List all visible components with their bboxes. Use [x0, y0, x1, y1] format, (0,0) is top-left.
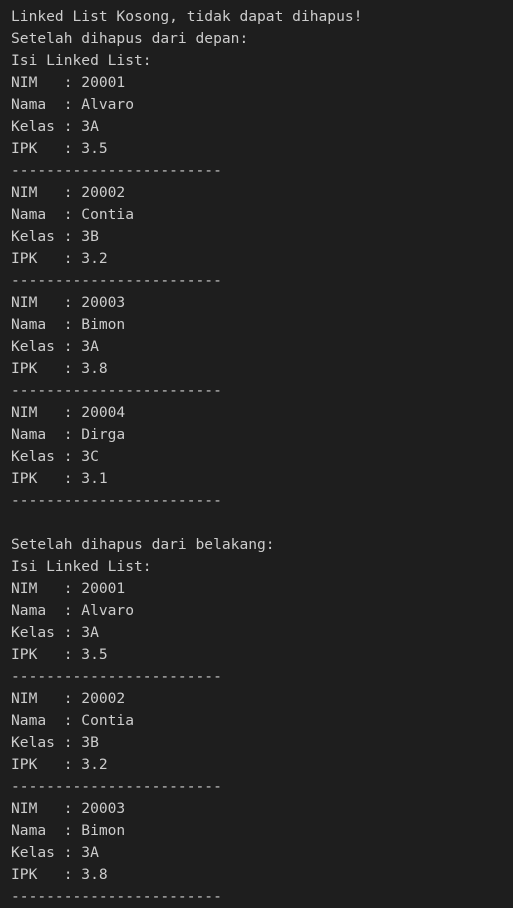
output-line: NIM : 20002	[11, 690, 126, 707]
output-line: Nama : Bimon	[11, 822, 126, 839]
output-line: NIM : 20003	[11, 294, 126, 311]
terminal-output[interactable]: Linked List Kosong, tidak dapat dihapus!…	[0, 0, 513, 907]
output-line: ------------------------	[11, 778, 222, 795]
output-line: Kelas : 3B	[11, 734, 99, 751]
output-line: ------------------------	[11, 668, 222, 685]
output-line: NIM : 20003	[11, 800, 126, 817]
output-line: ------------------------	[11, 162, 222, 179]
output-line: ------------------------	[11, 382, 222, 399]
output-line: Nama : Dirga	[11, 426, 126, 443]
output-line: Nama : Contia	[11, 712, 135, 729]
output-line: ------------------------	[11, 272, 222, 289]
output-line: Isi Linked List:	[11, 52, 152, 69]
output-line: Setelah dihapus dari belakang:	[11, 536, 275, 553]
output-line: NIM : 20001	[11, 580, 126, 597]
output-line: IPK : 3.1	[11, 470, 108, 487]
output-line: Kelas : 3B	[11, 228, 99, 245]
output-line: IPK : 3.5	[11, 140, 108, 157]
output-line: NIM : 20001	[11, 74, 126, 91]
output-line: ------------------------	[11, 888, 222, 905]
output-line: IPK : 3.2	[11, 756, 108, 773]
output-line: NIM : 20004	[11, 404, 126, 421]
output-line: ------------------------	[11, 492, 222, 509]
output-line: IPK : 3.5	[11, 646, 108, 663]
output-line: IPK : 3.2	[11, 250, 108, 267]
output-line: IPK : 3.8	[11, 866, 108, 883]
output-line: NIM : 20002	[11, 184, 126, 201]
output-line: Nama : Alvaro	[11, 96, 135, 113]
output-line: Linked List Kosong, tidak dapat dihapus!	[11, 8, 363, 25]
output-line: Nama : Contia	[11, 206, 135, 223]
output-line: Kelas : 3A	[11, 844, 99, 861]
output-line: Setelah dihapus dari depan:	[11, 30, 249, 47]
output-line: Kelas : 3A	[11, 338, 99, 355]
output-line: Kelas : 3A	[11, 118, 99, 135]
output-line: Kelas : 3C	[11, 448, 99, 465]
output-line: Kelas : 3A	[11, 624, 99, 641]
output-line: Nama : Alvaro	[11, 602, 135, 619]
output-line: Nama : Bimon	[11, 316, 126, 333]
output-line: Isi Linked List:	[11, 558, 152, 575]
output-line: IPK : 3.8	[11, 360, 108, 377]
